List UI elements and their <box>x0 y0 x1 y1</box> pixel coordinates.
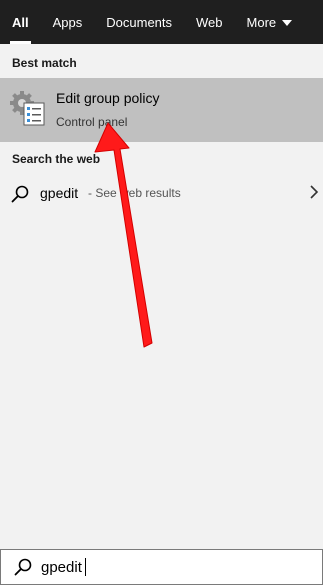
control-panel-icon <box>10 91 45 126</box>
result-subtitle: Control panel <box>56 115 128 129</box>
chevron-right-icon[interactable] <box>309 184 319 200</box>
tab-all[interactable]: All <box>0 0 41 44</box>
result-title: Edit group policy <box>56 90 160 106</box>
tab-web[interactable]: Web <box>184 0 235 44</box>
search-web-heading: Search the web <box>12 152 101 166</box>
web-result[interactable]: gpedit - See web results <box>0 176 323 210</box>
search-scope-tabs: All Apps Documents Web More <box>0 0 323 44</box>
tab-apps[interactable]: Apps <box>41 0 95 44</box>
best-match-heading: Best match <box>12 56 77 70</box>
text-cursor <box>85 558 86 576</box>
search-box <box>0 549 323 585</box>
search-input[interactable] <box>41 555 291 579</box>
tab-more[interactable]: More <box>235 0 305 44</box>
search-icon <box>11 185 29 203</box>
web-query: gpedit <box>40 185 79 201</box>
tab-documents[interactable]: Documents <box>94 0 184 44</box>
best-match-result[interactable]: Edit group policy Control panel <box>0 78 323 142</box>
web-results-label: - See web results <box>88 186 181 200</box>
caret-down-icon <box>282 19 293 26</box>
search-icon <box>14 558 32 576</box>
tab-more-label: More <box>246 14 277 30</box>
